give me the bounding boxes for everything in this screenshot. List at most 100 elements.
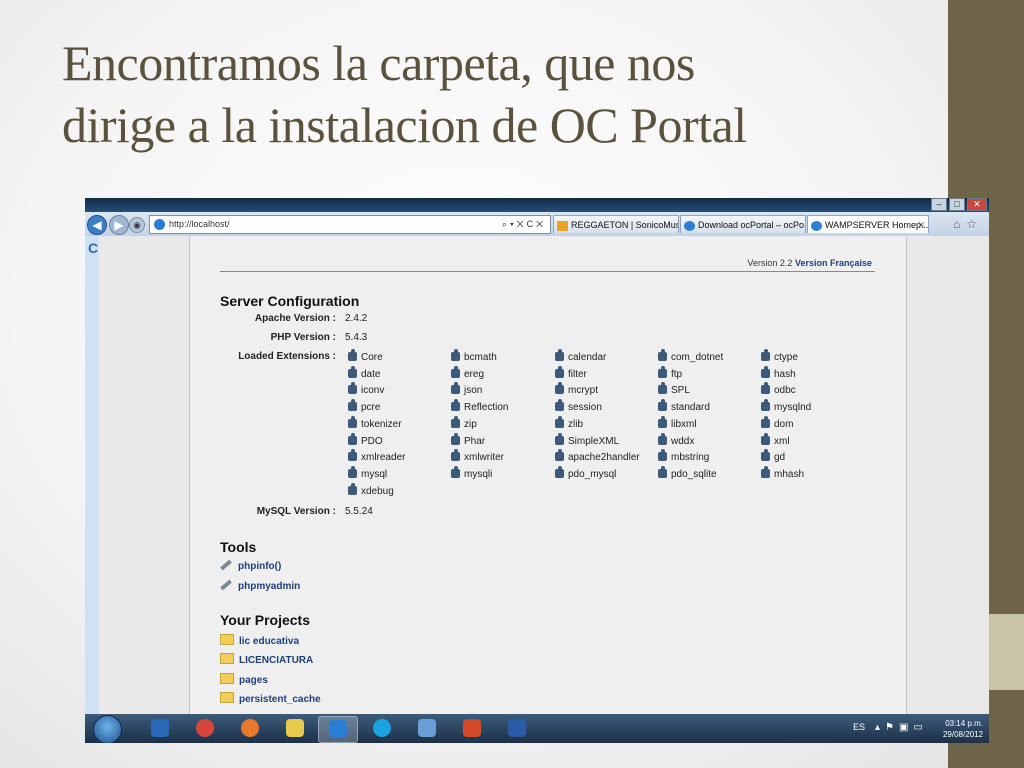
clock[interactable]: 03:14 p.m. 29/08/2012 [943, 718, 983, 740]
extension-name: apache2handler [568, 452, 640, 464]
puzzle-icon [348, 482, 357, 495]
address-tools[interactable]: ⌕▾✕C✕ [502, 216, 546, 233]
extension-name: Core [361, 352, 383, 363]
tab-close-icon[interactable]: ✕ [917, 216, 925, 233]
chrome-icon [196, 719, 214, 737]
extension-name: xmlwriter [464, 452, 504, 464]
extension-item: json [451, 382, 482, 396]
taskbar-button-internet-explorer[interactable] [318, 716, 358, 743]
taskbar-button-word[interactable] [498, 716, 536, 741]
version-french-link[interactable]: Version Française [795, 258, 872, 268]
extension-item: libxml [658, 415, 697, 430]
extension-item: dom [761, 415, 793, 430]
taskbar-button-chrome[interactable] [186, 716, 224, 741]
address-bar[interactable]: http://localhost/ ⌕▾✕C✕ [149, 215, 551, 234]
extension-name: session [568, 402, 602, 414]
server-config-heading: Server Configuration [220, 293, 360, 309]
skype-icon [373, 719, 391, 737]
apache-value: 2.4.2 [345, 313, 368, 324]
slide-title-line1: Encontramos la carpeta, que nos [62, 35, 695, 91]
taskbar-button-media-player[interactable] [141, 716, 179, 741]
back-button[interactable]: ◀ [87, 215, 107, 235]
extension-name: ereg [464, 368, 485, 380]
extension-name: wddx [671, 435, 695, 447]
tab-label: Download ocPortal – ocPo... [698, 220, 806, 230]
word-icon [508, 719, 526, 737]
extension-item: Core [348, 349, 383, 363]
extension-item: ftp [658, 365, 682, 380]
tab-reggaeton[interactable]: REGGAETON | SonicoMusi... [553, 215, 679, 233]
project-licenciatura[interactable]: LICENCIATURA [220, 653, 313, 666]
project-label: pages [239, 675, 268, 686]
tool-phpinfo[interactable]: phpinfo() [220, 559, 282, 572]
puzzle-icon [555, 349, 564, 361]
clock-date: 29/08/2012 [942, 730, 983, 739]
puzzle-icon [555, 399, 564, 412]
puzzle-icon [761, 399, 770, 412]
taskbar-button-powerpoint[interactable] [453, 716, 491, 741]
tray-icons[interactable]: ▴⚑▣▭ [875, 722, 928, 733]
extension-item: xdebug [348, 482, 394, 497]
extension-name: PDO [361, 435, 383, 447]
puzzle-icon [451, 465, 460, 478]
project-label: LICENCIATURA [239, 655, 314, 666]
language-indicator[interactable]: ES [853, 722, 865, 732]
puzzle-icon [555, 365, 564, 378]
extension-name: Phar [464, 435, 486, 447]
start-button[interactable] [93, 715, 122, 743]
taskbar-button-skype[interactable] [363, 716, 401, 741]
puzzle-icon [761, 365, 770, 378]
tab-wampserver[interactable]: WAMPSERVER Homep... ✕ [807, 215, 929, 233]
extension-item: xmlreader [348, 449, 405, 463]
project-persistent-cache[interactable]: persistent_cache [220, 692, 321, 705]
extension-name: ctype [774, 352, 798, 363]
extension-name: mcrypt [568, 385, 598, 397]
extension-name: Reflection [464, 402, 509, 414]
extension-item: Reflection [451, 399, 509, 414]
tools-heading: Tools [220, 539, 257, 555]
wrench-icon [220, 579, 232, 591]
tool-label: phpinfo() [238, 561, 282, 572]
tool-phpmyadmin[interactable]: phpmyadmin [220, 579, 300, 592]
puzzle-icon [348, 465, 357, 478]
puzzle-icon [348, 449, 357, 462]
extension-item: calendar [555, 349, 606, 363]
minimize-button[interactable]: – [931, 198, 947, 211]
extension-name: mysqli [464, 468, 493, 480]
extension-name: xdebug [361, 485, 394, 497]
puzzle-icon [761, 449, 770, 462]
extension-name: pcre [361, 402, 381, 414]
extension-item: filter [555, 365, 587, 380]
page-background: Version 2.2 Version Française Server Con… [99, 236, 989, 714]
puzzle-icon [658, 349, 667, 361]
puzzle-icon [555, 465, 564, 478]
home-star-icons[interactable]: ⌂☆ [953, 217, 983, 231]
extension-name: date [361, 368, 381, 380]
sonico-icon [557, 220, 568, 231]
project-lic-educativa[interactable]: lic educativa [220, 634, 299, 647]
firefox-icon [241, 719, 259, 737]
extension-name: zlib [568, 418, 584, 430]
window-titlebar: – □ ✕ [85, 198, 989, 212]
puzzle-icon [348, 365, 357, 378]
taskbar-button-paint[interactable] [408, 716, 446, 741]
project-label: lic educativa [239, 636, 300, 647]
forward-button[interactable]: ▶ [109, 215, 129, 235]
header-divider [220, 271, 875, 272]
extension-name: pdo_sqlite [671, 468, 717, 480]
maximize-button[interactable]: □ [949, 198, 965, 211]
browser-screenshot: – □ ✕ ◀ ▶ ◉ http://localhost/ ⌕▾✕C✕ REGG… [85, 198, 989, 743]
folder-icon [220, 692, 234, 703]
ie-page-icon [811, 220, 822, 231]
project-pages[interactable]: pages [220, 673, 268, 686]
extension-item: pdo_mysql [555, 465, 616, 480]
tab-label: REGGAETON | SonicoMusi... [571, 220, 679, 230]
taskbar-button-firefox[interactable] [231, 716, 269, 741]
mysql-label: MySQL Version : [256, 506, 336, 517]
puzzle-icon [658, 432, 667, 445]
folder-icon [220, 673, 234, 684]
taskbar-button-explorer-folder[interactable] [276, 716, 314, 741]
close-window-button[interactable]: ✕ [967, 198, 987, 211]
puzzle-icon [451, 449, 460, 462]
tab-download-ocportal[interactable]: Download ocPortal – ocPo... [680, 215, 806, 233]
